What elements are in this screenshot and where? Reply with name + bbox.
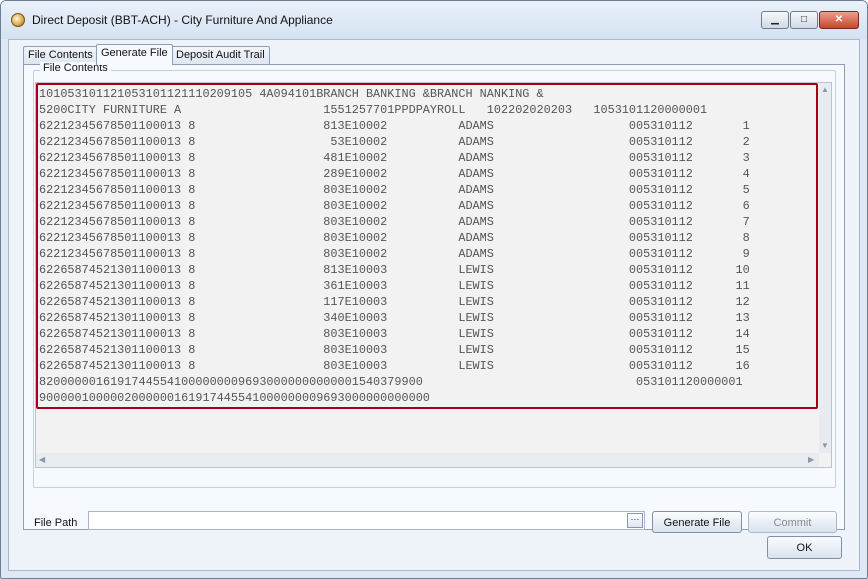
scroll-up-icon[interactable]: ▲ <box>821 85 829 94</box>
vertical-scrollbar[interactable]: ▲ ▼ <box>819 83 831 453</box>
tab-generate-file[interactable]: Generate File <box>96 44 173 65</box>
file-path-input[interactable] <box>88 511 645 530</box>
scroll-down-icon[interactable]: ▼ <box>821 441 829 450</box>
file-contents-textarea[interactable]: 101053101121053101121110209105 4A094101B… <box>35 82 832 468</box>
browse-button[interactable]: ··· <box>627 513 643 528</box>
app-icon <box>11 13 25 27</box>
horizontal-scrollbar[interactable]: ◀ ▶ <box>36 453 819 467</box>
commit-deposit-button[interactable]: Commit Deposit <box>748 511 837 549</box>
window-title: Direct Deposit (BBT-ACH) - City Furnitur… <box>32 13 333 27</box>
scroll-left-icon[interactable]: ◀ <box>39 455 45 464</box>
file-contents-highlight <box>36 83 818 409</box>
minimize-button[interactable]: ▁ <box>761 11 789 29</box>
file-path-label: File Path <box>34 517 78 529</box>
close-button[interactable]: ✕ <box>819 11 859 29</box>
generate-file-button[interactable]: Generate File <box>652 511 742 533</box>
title-bar[interactable]: Direct Deposit (BBT-ACH) - City Furnitur… <box>1 1 867 39</box>
maximize-button[interactable]: □ <box>790 11 818 29</box>
generate-file-panel: File Contents 10105310112105310112111020… <box>23 62 845 549</box>
scroll-right-icon[interactable]: ▶ <box>808 455 814 464</box>
ok-button[interactable]: OK <box>767 536 842 559</box>
tab-deposit-audit-trail[interactable]: Deposit Audit Trail <box>171 46 270 64</box>
direct-deposit-window: Direct Deposit (BBT-ACH) - City Furnitur… <box>0 0 868 579</box>
dialog-client-area: File Contents Generate File Deposit Audi… <box>8 39 860 571</box>
